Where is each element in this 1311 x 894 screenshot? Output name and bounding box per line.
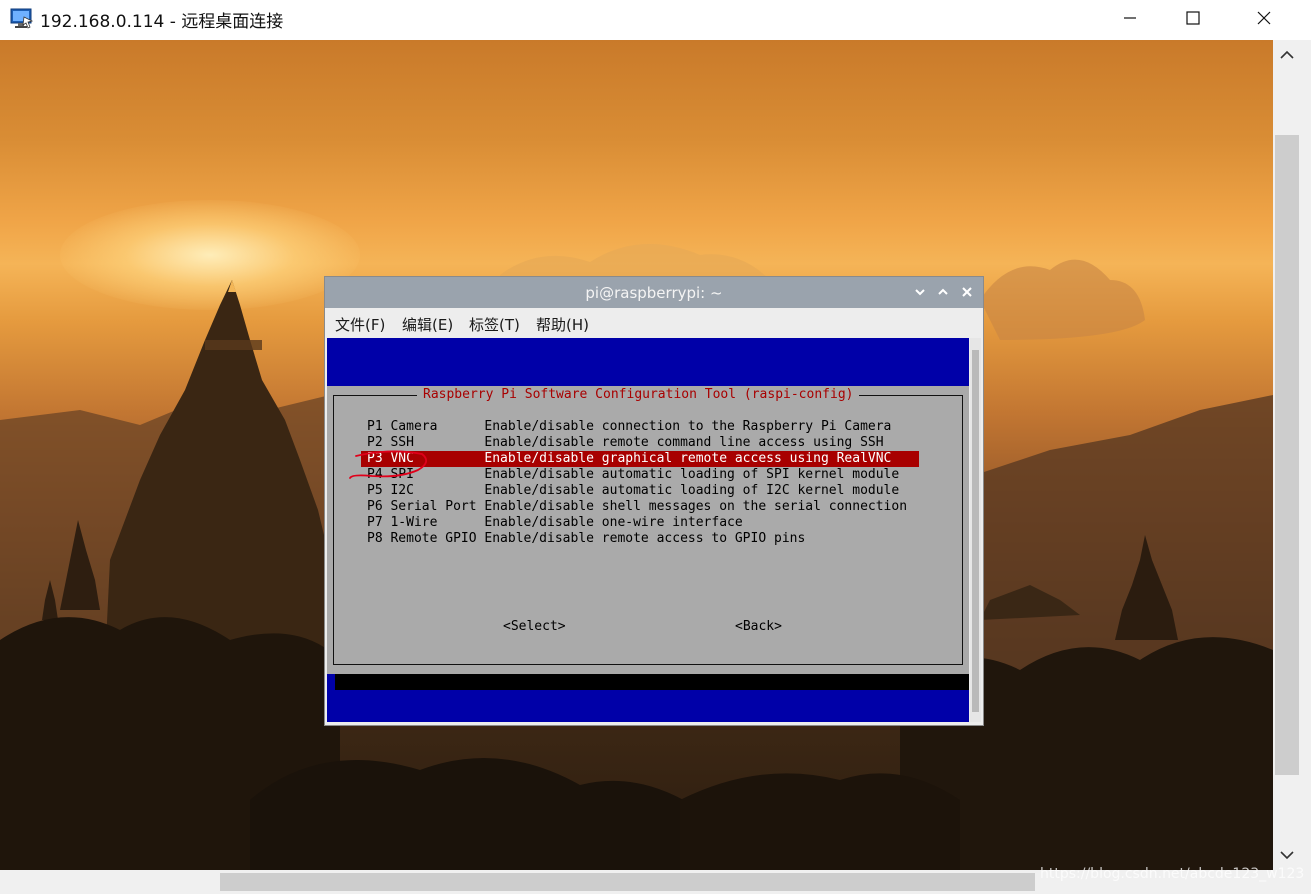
option-p8-remote-gpio[interactable]: P8 Remote GPIO Enable/disable remote acc…	[367, 531, 805, 547]
terminal-window[interactable]: pi@raspberrypi: ~ 文件(F) 编辑(E) 标签(T) 帮助(H…	[325, 277, 983, 725]
terminal-close-icon[interactable]	[960, 285, 974, 299]
option-p2-ssh[interactable]: P2 SSH Enable/disable remote command lin…	[367, 435, 884, 451]
terminal-minimize-icon[interactable]	[913, 285, 927, 299]
minimize-button[interactable]	[1098, 0, 1162, 36]
rdp-titlebar: 192.168.0.114 - 远程桌面连接	[0, 0, 1311, 40]
terminal-titlebar[interactable]: pi@raspberrypi: ~	[325, 277, 983, 308]
window-title: 192.168.0.114 - 远程桌面连接	[40, 12, 284, 32]
scroll-up-icon[interactable]	[1278, 46, 1296, 64]
terminal-scrollbar[interactable]	[970, 338, 981, 722]
menu-file[interactable]: 文件(F)	[335, 314, 385, 335]
terminal-scroll-thumb[interactable]	[972, 350, 979, 712]
raspi-config-dialog: Raspberry Pi Software Configuration Tool…	[327, 386, 969, 674]
option-p4-spi[interactable]: P4 SPI Enable/disable automatic loading …	[367, 467, 899, 483]
terminal-maximize-icon[interactable]	[936, 285, 950, 299]
terminal-screen[interactable]: Raspberry Pi Software Configuration Tool…	[327, 338, 969, 722]
maximize-button[interactable]	[1161, 0, 1225, 36]
terminal-title: pi@raspberrypi: ~	[585, 284, 723, 302]
maximize-icon	[1186, 11, 1200, 25]
vertical-scroll-thumb[interactable]	[1275, 135, 1299, 775]
option-p1-camera[interactable]: P1 Camera Enable/disable connection to t…	[367, 419, 891, 435]
vertical-scrollbar[interactable]	[1273, 40, 1311, 870]
dialog-title: Raspberry Pi Software Configuration Tool…	[417, 386, 860, 404]
terminal-menubar: 文件(F) 编辑(E) 标签(T) 帮助(H)	[325, 308, 983, 338]
scroll-down-icon[interactable]	[1278, 846, 1296, 864]
remote-desktop-icon	[10, 8, 34, 29]
dialog-shadow	[335, 674, 969, 690]
horizontal-scroll-thumb[interactable]	[220, 873, 1035, 891]
option-p7-1-wire[interactable]: P7 1-Wire Enable/disable one-wire interf…	[367, 515, 743, 531]
back-button[interactable]: <Back>	[735, 619, 782, 635]
select-button[interactable]: <Select>	[503, 619, 566, 635]
minimize-icon	[1124, 17, 1136, 19]
menu-edit[interactable]: 编辑(E)	[402, 314, 453, 335]
option-p6-serial-port[interactable]: P6 Serial Port Enable/disable shell mess…	[367, 499, 907, 515]
close-icon	[1257, 11, 1271, 25]
menu-tabs[interactable]: 标签(T)	[469, 314, 520, 335]
close-button[interactable]	[1232, 0, 1296, 36]
menu-help[interactable]: 帮助(H)	[536, 314, 589, 335]
watermark-text: https://blog.csdn.net/abcde123_w123	[1040, 866, 1305, 882]
option-p3-vnc[interactable]: P3 VNC Enable/disable graphical remote a…	[361, 451, 919, 467]
option-p5-i2c[interactable]: P5 I2C Enable/disable automatic loading …	[367, 483, 899, 499]
